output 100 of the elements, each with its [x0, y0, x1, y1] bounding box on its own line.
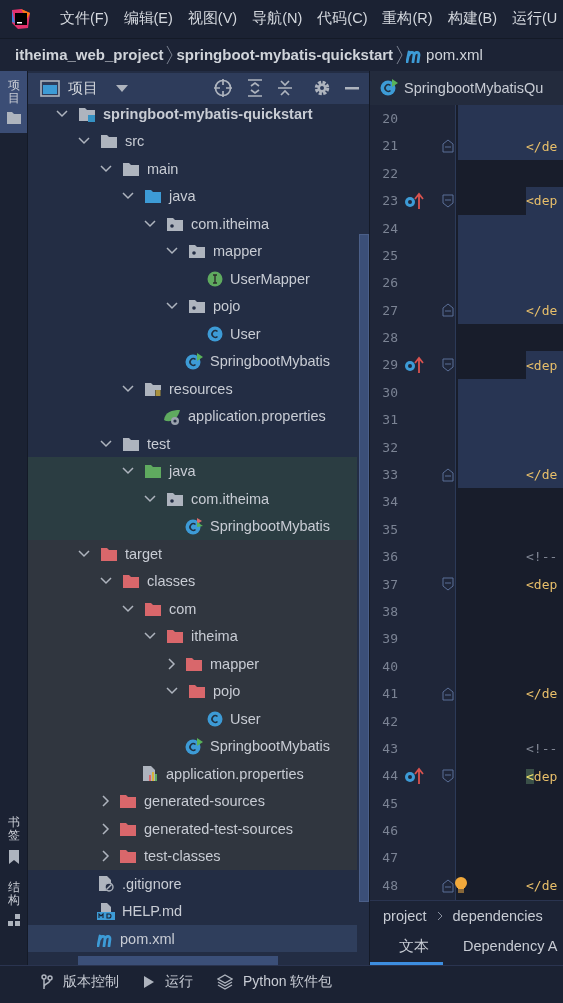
- chevron-down-icon[interactable]: [100, 164, 112, 173]
- chevron-down-icon[interactable]: [56, 109, 68, 118]
- menu-item[interactable]: 运行(U: [511, 7, 558, 31]
- tree-item[interactable]: test: [28, 429, 357, 458]
- folder-icon: [185, 655, 203, 672]
- menu-item[interactable]: 构建(B): [447, 7, 497, 31]
- chevron-down-icon[interactable]: [78, 549, 90, 558]
- tree-item[interactable]: itheima: [28, 622, 357, 650]
- tree-item[interactable]: HELP.md: [28, 897, 357, 925]
- chevron-right-icon[interactable]: [168, 657, 176, 670]
- tree-item[interactable]: User: [28, 704, 357, 733]
- minimize-icon[interactable]: [345, 86, 359, 91]
- tree-item[interactable]: generated-sources: [28, 787, 357, 815]
- chevron-down-icon[interactable]: [100, 577, 112, 586]
- tool-window-tab[interactable]: 书签: [0, 808, 27, 873]
- chevron-down-icon[interactable]: [122, 604, 134, 613]
- menu-item[interactable]: 导航(N): [252, 7, 303, 31]
- chevron-right-icon[interactable]: [102, 822, 110, 835]
- tree-item[interactable]: application.properties: [28, 759, 357, 788]
- tree-item[interactable]: SpringbootMybatis: [28, 347, 357, 375]
- expand-all-icon[interactable]: [247, 79, 263, 98]
- menu-item[interactable]: 视图(V): [187, 7, 238, 31]
- chevron-down-icon[interactable]: [166, 247, 178, 256]
- fold-icon[interactable]: [442, 769, 454, 783]
- tree-item[interactable]: SpringbootMybatis: [28, 732, 357, 760]
- override-icon[interactable]: [404, 191, 424, 210]
- chevron-down-icon[interactable]: [100, 439, 112, 448]
- chevron-right-icon[interactable]: [102, 850, 110, 863]
- chevron-down-icon[interactable]: [166, 302, 178, 311]
- override-icon[interactable]: [404, 356, 424, 375]
- tree-item[interactable]: src: [28, 127, 357, 155]
- tool-window-button[interactable]: 运行: [143, 973, 193, 992]
- editor-tab[interactable]: SpringbootMybatisQu: [370, 70, 563, 105]
- menu-item[interactable]: 文件(F): [60, 7, 109, 31]
- tree-item[interactable]: resources: [28, 374, 357, 403]
- chevron-down-icon[interactable]: [122, 192, 134, 201]
- tree-item[interactable]: test-classes: [28, 842, 357, 870]
- tree-item[interactable]: .gitignore: [28, 869, 357, 898]
- tree-item[interactable]: mapper: [28, 237, 357, 265]
- scrollbar[interactable]: [359, 233, 369, 902]
- tool-window-tab[interactable]: 项目: [0, 70, 27, 134]
- menu-item[interactable]: 重构(R): [382, 7, 433, 31]
- tree-item[interactable]: mapper: [28, 649, 357, 678]
- settings-icon[interactable]: [313, 79, 331, 98]
- fold-icon[interactable]: [442, 577, 454, 592]
- fold-icon[interactable]: [442, 358, 454, 373]
- tree-item[interactable]: generated-test-sources: [28, 814, 357, 843]
- breadcrumb-item[interactable]: project: [383, 907, 427, 924]
- chevron-down-icon[interactable]: [122, 467, 134, 476]
- tree-item[interactable]: SpringbootMybatis: [28, 512, 357, 540]
- menu-item[interactable]: 代码(C): [317, 7, 368, 31]
- tree-item[interactable]: application.properties: [28, 402, 357, 430]
- tree-item[interactable]: java: [28, 457, 357, 485]
- tree-item[interactable]: java: [28, 182, 357, 210]
- fold-icon[interactable]: [442, 193, 454, 208]
- tree-item[interactable]: User: [28, 319, 357, 348]
- fold-icon[interactable]: [442, 686, 454, 701]
- fold-icon[interactable]: [442, 139, 454, 153]
- line-number: 42: [381, 712, 399, 731]
- editor-mode-tab[interactable]: Dependency A: [443, 930, 563, 966]
- chevron-down-icon[interactable]: [144, 632, 156, 641]
- breadcrumb-item[interactable]: springboot-mybatis-quickstart: [176, 46, 394, 64]
- breadcrumb-item[interactable]: itheima_web_project: [15, 46, 164, 64]
- collapse-all-icon[interactable]: [277, 79, 293, 98]
- tree-item[interactable]: com: [28, 594, 357, 623]
- tree-item[interactable]: classes: [28, 567, 357, 595]
- chevron-down-icon[interactable]: [122, 384, 134, 393]
- locate-icon[interactable]: [213, 78, 233, 99]
- menu-item[interactable]: 编辑(E): [123, 7, 173, 31]
- chevron-down-icon[interactable]: [144, 219, 156, 228]
- tree-item[interactable]: UserMapper: [28, 264, 357, 293]
- tree-item[interactable]: pojo: [28, 677, 357, 705]
- fold-icon[interactable]: [442, 303, 454, 318]
- app-logo-icon[interactable]: [10, 8, 32, 30]
- chevron-down-icon[interactable]: [78, 137, 90, 146]
- chevron-down-icon[interactable]: [144, 494, 156, 503]
- package-icon: [188, 243, 206, 260]
- class-icon: [207, 325, 223, 342]
- lightbulb-icon[interactable]: [454, 876, 468, 895]
- tree-item[interactable]: target: [28, 539, 357, 568]
- tool-window-tab[interactable]: 结构: [0, 872, 27, 936]
- chevron-right-icon[interactable]: [102, 795, 110, 808]
- tree-item[interactable]: springboot-mybatis-quickstart: [28, 99, 357, 128]
- tree-item[interactable]: pojo: [28, 292, 357, 320]
- fold-icon[interactable]: [442, 467, 454, 482]
- scrollbar[interactable]: [78, 956, 278, 966]
- tree-item[interactable]: com.itheima: [28, 209, 357, 238]
- folder-icon: [119, 848, 137, 865]
- tool-window-button[interactable]: 版本控制: [41, 973, 119, 992]
- override-icon[interactable]: [404, 767, 424, 785]
- tool-window-button[interactable]: Python 软件包: [217, 973, 333, 992]
- breadcrumb-item[interactable]: pom.xml: [406, 46, 483, 64]
- dropdown-icon[interactable]: [116, 84, 128, 92]
- chevron-down-icon[interactable]: [166, 687, 178, 696]
- breadcrumb-item[interactable]: dependencies: [452, 907, 543, 924]
- tree-item[interactable]: main: [28, 154, 357, 183]
- tree-item[interactable]: com.itheima: [28, 484, 357, 513]
- class-run-icon: [185, 517, 203, 535]
- tree-item[interactable]: pom.xml: [28, 924, 357, 953]
- panel-title[interactable]: 项目: [40, 78, 98, 98]
